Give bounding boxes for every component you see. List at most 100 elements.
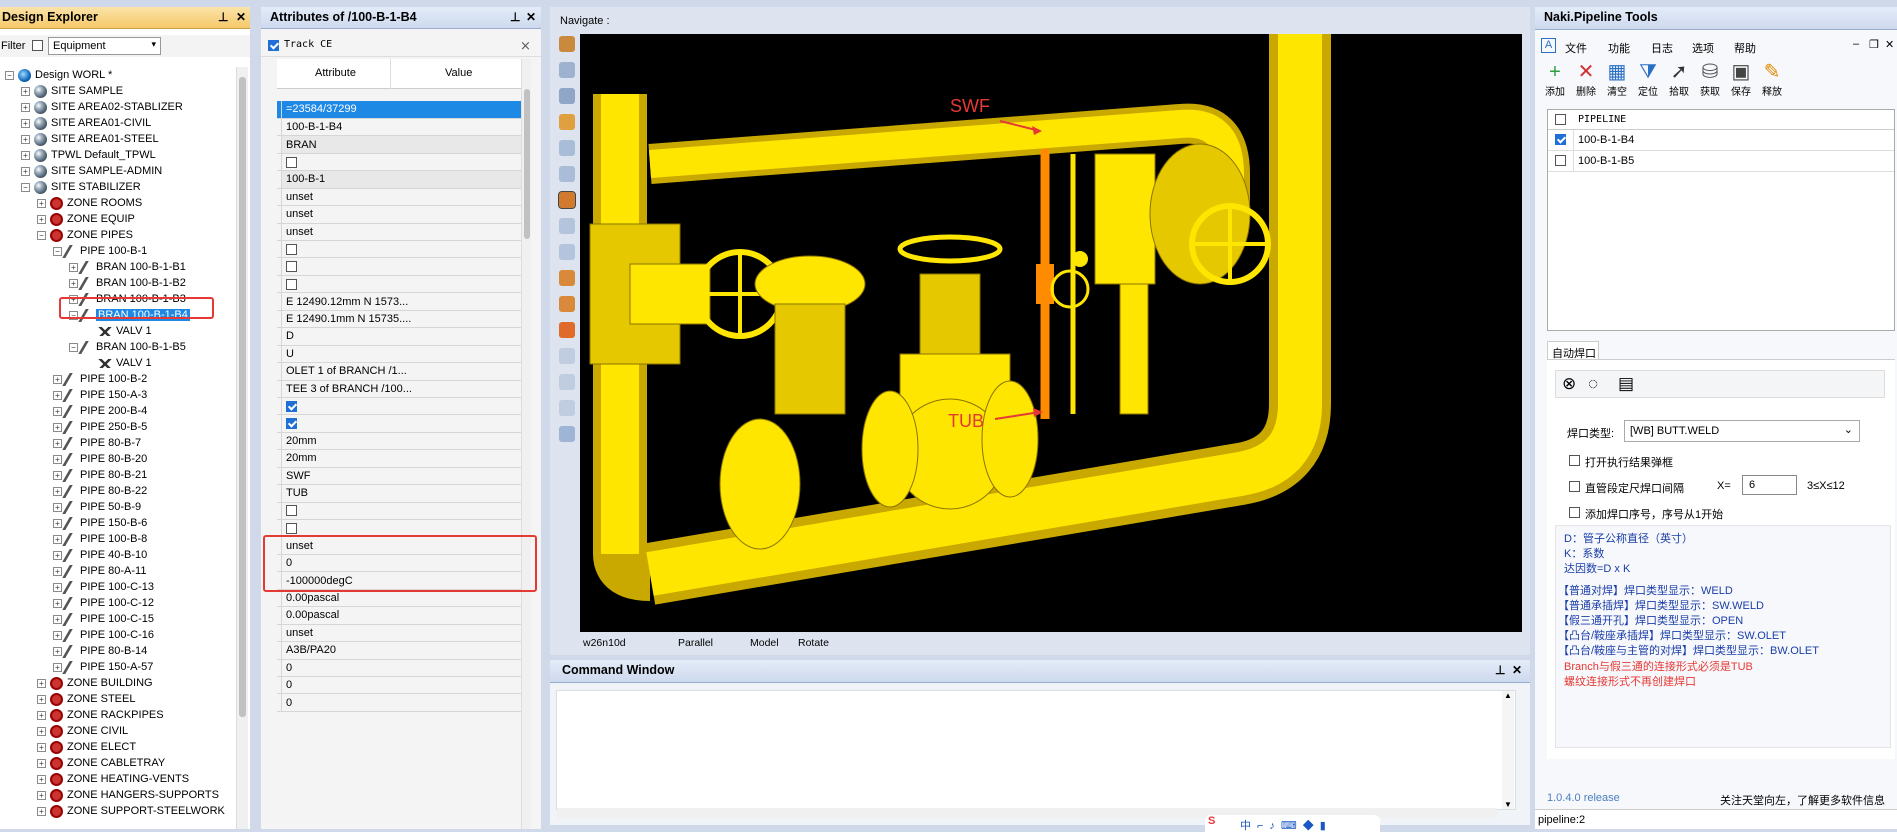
- attribute-value[interactable]: 20mm: [281, 432, 528, 451]
- expand-icon[interactable]: +: [21, 150, 30, 160]
- attribute-row[interactable]: RefNo=23584/37299: [277, 101, 528, 119]
- pin-icon[interactable]: ⊥: [218, 7, 228, 28]
- attribute-checkbox-cell[interactable]: [281, 414, 528, 433]
- attribute-row[interactable]: TrefTEE 3 of BRANCH /100...: [277, 380, 528, 398]
- tree-item[interactable]: + PIPE 150-A-57: [53, 659, 153, 675]
- attribute-value[interactable]: D: [281, 327, 528, 346]
- menu-function[interactable]: 功能: [1608, 40, 1630, 56]
- follow-link[interactable]: 关注天堂向左，了解更多软件信息: [1720, 792, 1885, 808]
- attribute-value[interactable]: U: [281, 345, 528, 364]
- attribute-row[interactable]: Name100-B-1-B4: [277, 118, 528, 137]
- attribute-checkbox-cell[interactable]: [281, 240, 528, 259]
- attribute-row[interactable]: HrefOLET 1 of BRANCH /1...: [277, 362, 528, 381]
- tree-item[interactable]: + PIPE 200-B-4: [53, 403, 147, 419]
- ime-tray[interactable]: S 中⌐♪⌨◆▮: [1205, 815, 1380, 832]
- attribute-checkbox-cell[interactable]: [281, 153, 528, 172]
- expand-icon[interactable]: +: [21, 166, 30, 176]
- weld-circle-icon[interactable]: ⊗: [1562, 374, 1576, 394]
- expand-icon[interactable]: +: [53, 502, 62, 512]
- tree-item[interactable]: + SITE SAMPLE-ADMIN: [21, 163, 162, 179]
- tree-item[interactable]: + ZONE ELECT: [37, 739, 136, 755]
- close-icon[interactable]: ✕: [236, 7, 246, 28]
- attribute-row[interactable]: Tposition WRT Ow...E 12490.1mm N 15735..…: [277, 310, 528, 329]
- 3d-viewport[interactable]: SWF TUB: [580, 34, 1522, 632]
- tree-item[interactable]: + SITE AREA01-STEEL: [21, 131, 159, 147]
- attribute-checkbox[interactable]: [286, 400, 297, 412]
- attribute-row[interactable]: Lhead: [277, 397, 528, 416]
- attribute-value[interactable]: TUB: [281, 484, 528, 503]
- expand-icon[interactable]: +: [21, 86, 30, 96]
- view-icon-5[interactable]: [559, 270, 575, 286]
- menu-options[interactable]: 选项: [1692, 40, 1714, 56]
- attribute-checkbox[interactable]: [286, 522, 297, 534]
- tree-item[interactable]: + PIPE 100-B-2: [53, 371, 147, 387]
- view-icon-4[interactable]: [559, 244, 575, 260]
- pipeline-row[interactable]: 100-B-1-B5: [1548, 151, 1894, 172]
- tree-item[interactable]: + ZONE CABLETRAY: [37, 755, 165, 771]
- attribute-value[interactable]: E 12490.12mm N 1573...: [281, 292, 528, 311]
- attribute-value[interactable]: SWF: [281, 467, 528, 486]
- minimize-icon[interactable]: –: [1853, 38, 1859, 50]
- weld-dashed-circle-icon[interactable]: ◌: [1588, 374, 1598, 394]
- tree-item[interactable]: − Design WORL *: [5, 67, 112, 83]
- expand-icon[interactable]: +: [21, 134, 30, 144]
- expand-icon[interactable]: +: [53, 518, 62, 528]
- tree-item[interactable]: − BRAN 100-B-1-B5: [69, 339, 186, 355]
- auto-weld-tab[interactable]: 自动焊口: [1547, 341, 1599, 360]
- attribute-row[interactable]: Cclass0: [277, 676, 528, 695]
- tree-item[interactable]: + PIPE 100-C-12: [53, 595, 154, 611]
- attribute-checkbox[interactable]: [286, 243, 297, 255]
- command-output[interactable]: [556, 690, 1516, 810]
- attribute-checkbox-cell[interactable]: [281, 397, 528, 416]
- expand-icon[interactable]: +: [53, 486, 62, 496]
- attributes-scrollbar[interactable]: [521, 59, 531, 829]
- pipeline-checkbox[interactable]: [1555, 155, 1566, 166]
- tree-item[interactable]: + ZONE STEEL: [37, 691, 135, 707]
- attribute-checkbox[interactable]: [286, 156, 297, 168]
- tree-item[interactable]: + ZONE HEATING-VENTS: [37, 771, 189, 787]
- attribute-row[interactable]: Descriptionunset: [277, 188, 528, 207]
- menu-file[interactable]: 文件: [1565, 40, 1587, 56]
- tree-item[interactable]: + PIPE 80-B-21: [53, 467, 147, 483]
- tree-item[interactable]: + BRAN 100-B-1-B2: [69, 275, 186, 291]
- attribute-checkbox[interactable]: [286, 505, 297, 517]
- settings-icon[interactable]: [559, 400, 575, 416]
- attribute-row[interactable]: Lock: [277, 153, 528, 172]
- expand-icon[interactable]: +: [53, 390, 62, 400]
- pipeline-row[interactable]: 100-B-1-B4: [1548, 130, 1894, 151]
- tree-item[interactable]: + SITE AREA01-CIVIL: [21, 115, 151, 131]
- tree-item[interactable]: + PIPE 80-B-22: [53, 483, 147, 499]
- attribute-checkbox[interactable]: [286, 278, 297, 290]
- tree-item[interactable]: + ZONE ROOMS: [37, 195, 142, 211]
- tree-item[interactable]: + PIPE 80-B-20: [53, 451, 147, 467]
- expand-icon[interactable]: +: [53, 550, 62, 560]
- delete-button[interactable]: ✕ 删除: [1572, 61, 1600, 98]
- view-icon-3[interactable]: [559, 114, 575, 130]
- tree-item[interactable]: + PIPE 150-A-3: [53, 387, 147, 403]
- tree-item[interactable]: + ZONE HANGERS-SUPPORTS: [37, 787, 219, 803]
- expand-icon[interactable]: +: [53, 566, 62, 576]
- fixed-length-weld-checkbox[interactable]: [1569, 481, 1580, 492]
- plus-button[interactable]: + 添加: [1541, 61, 1569, 98]
- expand-icon[interactable]: +: [21, 118, 30, 128]
- attribute-value[interactable]: 100-B-1-B4: [281, 118, 528, 137]
- weld-list-icon[interactable]: ▤: [1618, 374, 1634, 394]
- tree-item[interactable]: VALV 1: [85, 323, 152, 339]
- tree-item[interactable]: + ZONE EQUIP: [37, 211, 135, 227]
- pick-button[interactable]: ➚ 拾取: [1665, 61, 1693, 98]
- tree-item[interactable]: VALV 1: [85, 355, 152, 371]
- attribute-value[interactable]: 0: [281, 676, 528, 695]
- attribute-row[interactable]: Ltail: [277, 414, 528, 433]
- attribute-row[interactable]: Purposeunset: [277, 223, 528, 242]
- tree-item[interactable]: + PIPE 80-B-7: [53, 435, 141, 451]
- tree-item[interactable]: − PIPE 100-B-1: [53, 243, 147, 259]
- expand-icon[interactable]: +: [53, 406, 62, 416]
- expand-icon[interactable]: +: [53, 598, 62, 608]
- attribute-value[interactable]: A3B/PA20: [281, 641, 528, 660]
- attribute-row[interactable]: Flowdirectionunset: [277, 624, 528, 643]
- attribute-value[interactable]: BRAN: [281, 135, 528, 154]
- tree-item[interactable]: − ZONE PIPES: [37, 227, 133, 243]
- zoom-in-icon[interactable]: [559, 140, 575, 156]
- tree-item[interactable]: + PIPE 80-B-14: [53, 643, 147, 659]
- zoom-out-icon[interactable]: [559, 166, 575, 182]
